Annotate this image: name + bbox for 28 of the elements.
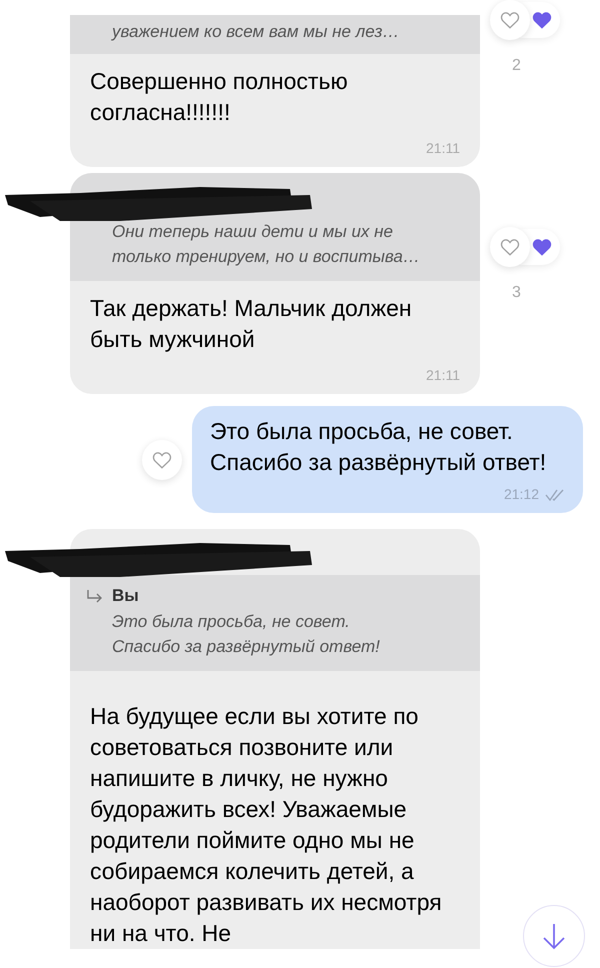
message-text: Это была просьба, не совет. Спасибо за развёрнутый ответ!: [210, 417, 548, 477]
message-time: 21:12: [504, 485, 539, 504]
heart-icon: [532, 11, 552, 29]
heart-icon: [152, 450, 172, 468]
quote-author: Вы: [112, 585, 139, 607]
heart-icon: [500, 11, 520, 29]
quoted-text: уважением ко всем вам мы не лез…: [112, 21, 400, 43]
quoted-message[interactable]: Они теперь наши дети и мы их не только тренируем, но и воспитыва…: [70, 219, 480, 281]
quoted-text: Они теперь наши дети и мы их не: [112, 221, 394, 243]
message-time: 21:11: [426, 366, 460, 385]
like-button[interactable]: [490, 227, 530, 267]
like-button[interactable]: [490, 0, 530, 40]
heart-icon: [500, 238, 520, 256]
reaction-count: 2: [512, 56, 521, 76]
quoted-text: только тренируем, но и воспитыва…: [112, 246, 421, 268]
quoted-message[interactable]: уважением ко всем вам мы не лез…: [70, 15, 480, 54]
message-text: На будущее если вы хотите по советоваться позвоните или напишите в личку, не нужно будоражить всех! Уважаемые родители поймите одно мы не собираемся колечить детей, а наоборот развивать их несмотря ни на что. Не: [90, 702, 443, 948]
reaction-count: 3: [512, 283, 521, 303]
arrow-down-icon: [541, 922, 567, 950]
quoted-message[interactable]: Вы Это была просьба, не совет. Спасибо за развёрнутый ответ!: [70, 575, 480, 670]
like-button[interactable]: [142, 440, 182, 480]
heart-icon: [532, 238, 552, 256]
quoted-text: Это была просьба, не совет.: [112, 610, 351, 632]
message-time: 21:11: [426, 139, 460, 158]
message-text: Совершенно полностью согласна!!!!!!!: [90, 67, 349, 127]
reply-arrow-icon: [86, 588, 104, 603]
quoted-text: Спасибо за развёрнутый ответ!: [112, 636, 381, 658]
message-text: Так держать! Мальчик должен быть мужчиной: [90, 294, 413, 354]
